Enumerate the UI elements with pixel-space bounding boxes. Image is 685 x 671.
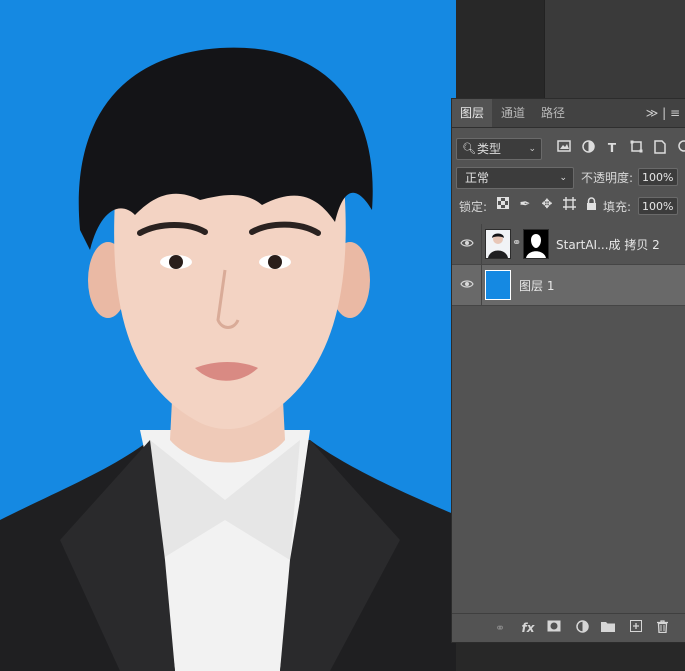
tab-layers[interactable]: 图层 <box>452 99 492 127</box>
opacity-label: 不透明度: <box>581 171 634 185</box>
layer-mask-thumbnail[interactable] <box>523 229 549 259</box>
layer-thumbnail[interactable] <box>485 270 511 300</box>
opacity-input[interactable]: 100% <box>638 168 678 186</box>
layer-name: 图层 1 <box>519 279 555 293</box>
search-icon: 🔍︎ <box>462 142 476 155</box>
lock-all-icon[interactable] <box>583 197 599 213</box>
eye-icon[interactable] <box>460 277 476 293</box>
layer-row[interactable]: ⚭ StartAI...成 拷贝 2 <box>452 224 685 265</box>
portrait-photo <box>0 47 456 671</box>
chevron-down-icon: ⌄ <box>528 144 536 154</box>
type-filter-icon[interactable]: T <box>604 140 620 156</box>
panel-menu-icon[interactable]: ≫ | ≡ <box>646 99 680 127</box>
divider <box>481 224 482 264</box>
image-filter-icon[interactable] <box>556 140 572 156</box>
layers-bottom-toolbar: ⚭ fx <box>452 613 685 642</box>
filter-toggle-icon[interactable] <box>674 140 685 156</box>
panel-dock-strip <box>544 0 685 98</box>
add-mask-icon[interactable] <box>546 620 562 636</box>
shape-filter-icon[interactable] <box>628 140 644 156</box>
layer-thumbnail[interactable] <box>485 229 511 259</box>
blend-mode-value: 正常 <box>465 171 490 185</box>
chevron-down-icon: ⌄ <box>559 173 567 183</box>
fill-label: 填充: <box>603 200 632 214</box>
layer-filter-select[interactable]: 🔍︎ 类型 ⌄ <box>456 138 542 160</box>
layer-name: StartAI...成 拷贝 2 <box>556 238 660 252</box>
adjustment-layer-icon[interactable] <box>574 620 590 636</box>
divider <box>481 265 482 305</box>
fx-icon[interactable]: fx <box>520 620 536 636</box>
fill-input[interactable]: 100% <box>638 197 678 215</box>
lock-image-pixels-icon[interactable]: ✒ <box>517 197 533 213</box>
new-layer-icon[interactable] <box>628 620 644 636</box>
eye-icon[interactable] <box>460 236 476 252</box>
mask-link-icon[interactable]: ⚭ <box>512 236 521 249</box>
blend-mode-select[interactable]: 正常 ⌄ <box>456 167 574 189</box>
lock-transparent-pixels-icon[interactable] <box>495 197 511 213</box>
trash-icon[interactable] <box>654 620 670 636</box>
layer-filter-label: 类型 <box>477 142 502 156</box>
panel-tab-bar: 图层 通道 路径 ≫ | ≡ <box>452 99 685 128</box>
lock-label: 锁定: <box>459 200 488 214</box>
group-folder-icon[interactable] <box>600 620 616 636</box>
lock-artboard-icon[interactable] <box>561 197 577 213</box>
document-canvas[interactable] <box>0 0 456 671</box>
link-layers-icon[interactable]: ⚭ <box>492 620 508 636</box>
tab-paths[interactable]: 路径 <box>534 99 572 127</box>
layers-panel: 图层 通道 路径 ≫ | ≡ 🔍︎ 类型 ⌄ T 正常 ⌄ 不透明度: 100%… <box>451 98 685 643</box>
adjustment-filter-icon[interactable] <box>580 140 596 156</box>
layer-row-selected[interactable]: 图层 1 <box>452 265 685 306</box>
lock-position-icon[interactable]: ✥ <box>539 197 555 213</box>
tab-channels[interactable]: 通道 <box>494 99 532 127</box>
smart-object-filter-icon[interactable] <box>652 140 668 156</box>
